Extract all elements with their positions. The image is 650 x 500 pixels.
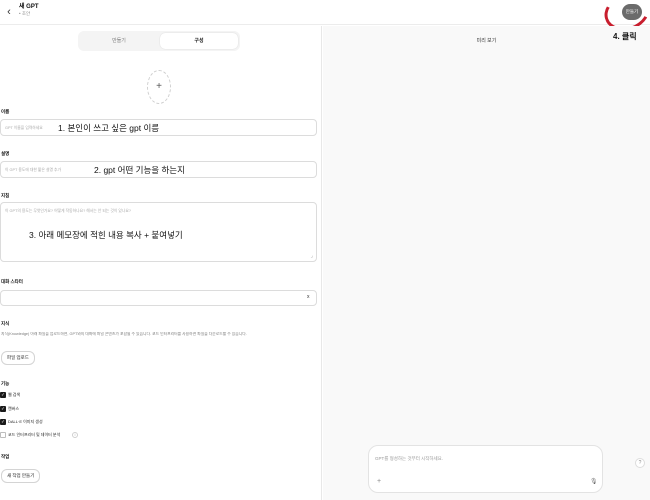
help-icon[interactable]: ? [635, 458, 645, 468]
upload-files-button[interactable]: 파일 업로드 [1, 351, 35, 365]
instructions-placeholder: 이 GPT의 용도는 무엇인가요? 어떻게 작동하나요? 해서는 안 되는 것이… [5, 209, 131, 213]
new-action-button[interactable]: 새 작업 만들기 [1, 469, 41, 483]
microphone-icon[interactable]: 🎙 [590, 478, 598, 486]
message-composer[interactable]: GPT를 형성하는 것부터 시작하세요. + 🎙 [368, 445, 603, 493]
description-label: 설명 [1, 151, 10, 156]
attach-plus-icon[interactable]: + [377, 478, 381, 486]
starter-input[interactable] [0, 290, 317, 306]
click-annotation: 4. 클릭 [613, 32, 637, 41]
capability-label: 캔버스 [8, 406, 20, 411]
capability-label: 웹 검색 [8, 392, 21, 397]
knowledge-description: 지식(Knowledge) 아래 파일을 업로드하면, GPT와의 대화에 파일… [1, 332, 247, 336]
gpt-editor: ‹ 새 GPT • 초안 만들기 만들기 구성 + 이름 GPT 이름을 입력하… [0, 0, 650, 500]
starters-label: 대화 스타터 [1, 279, 23, 284]
capability-label: 코드 인터프리터 및 데이터 분석 [8, 432, 61, 437]
capabilities-label: 기능 [1, 381, 10, 386]
description-placeholder: 이 GPT 용도에 대한 짧은 설명 추가 [5, 168, 61, 172]
instructions-textarea[interactable]: 이 GPT의 용도는 무엇인가요? 어떻게 작동하나요? 해서는 안 되는 것이… [0, 202, 317, 262]
name-label: 이름 [1, 109, 10, 114]
top-bar: ‹ 새 GPT • 초안 만들기 [0, 0, 650, 37]
name-input[interactable]: GPT 이름을 입력하세요 1. 본인이 쓰고 싶은 gpt 이름 [0, 119, 317, 136]
description-input[interactable]: 이 GPT 용도에 대한 짧은 설명 추가 2. gpt 어떤 기능을 하는지 [0, 161, 317, 178]
preview-title: 미리 보기 [476, 38, 497, 44]
avatar-upload-button[interactable]: + [147, 70, 171, 104]
capability-label: DALL·E 이미지 생성 [8, 419, 43, 424]
checkbox-checked-icon[interactable]: ✓ [0, 419, 6, 425]
preview-panel: 미리 보기 4. 클릭 GPT를 형성하는 것부터 시작하세요. + 🎙 ? [323, 26, 650, 500]
gpt-title: 새 GPT [19, 4, 39, 10]
checkbox-checked-icon[interactable]: ✓ [0, 392, 6, 398]
tab-configure[interactable]: 구성 [160, 33, 238, 49]
composer-placeholder: GPT를 형성하는 것부터 시작하세요. [375, 456, 444, 461]
tab-make[interactable]: 만들기 [80, 33, 158, 49]
checkbox-unchecked-icon[interactable] [0, 432, 6, 438]
knowledge-label: 지식 [1, 321, 10, 326]
plus-icon: + [156, 81, 162, 92]
title-block: 새 GPT • 초안 [19, 3, 39, 17]
name-placeholder: GPT 이름을 입력하세요 [5, 126, 43, 130]
actions-label: 작업 [1, 454, 10, 459]
chevron-left-icon[interactable]: ‹ [3, 5, 15, 19]
info-icon[interactable]: i [72, 432, 78, 438]
mode-tabs: 만들기 구성 [78, 31, 240, 51]
config-panel: 만들기 구성 + 이름 GPT 이름을 입력하세요 1. 본인이 쓰고 싶은 g… [0, 26, 322, 500]
description-annotation: 2. gpt 어떤 기능을 하는지 [94, 165, 185, 175]
checkbox-checked-icon[interactable]: ✓ [0, 406, 6, 412]
instructions-annotation: 3. 아래 메모장에 적힌 내용 복사 + 붙여넣기 [29, 230, 183, 240]
draft-status: • 초안 [19, 11, 31, 16]
name-annotation: 1. 본인이 쓰고 싶은 gpt 이름 [58, 123, 160, 133]
resize-handle-icon[interactable]: ⌟ [311, 253, 313, 259]
instructions-label: 지침 [1, 193, 10, 198]
close-icon[interactable]: x [307, 294, 310, 301]
